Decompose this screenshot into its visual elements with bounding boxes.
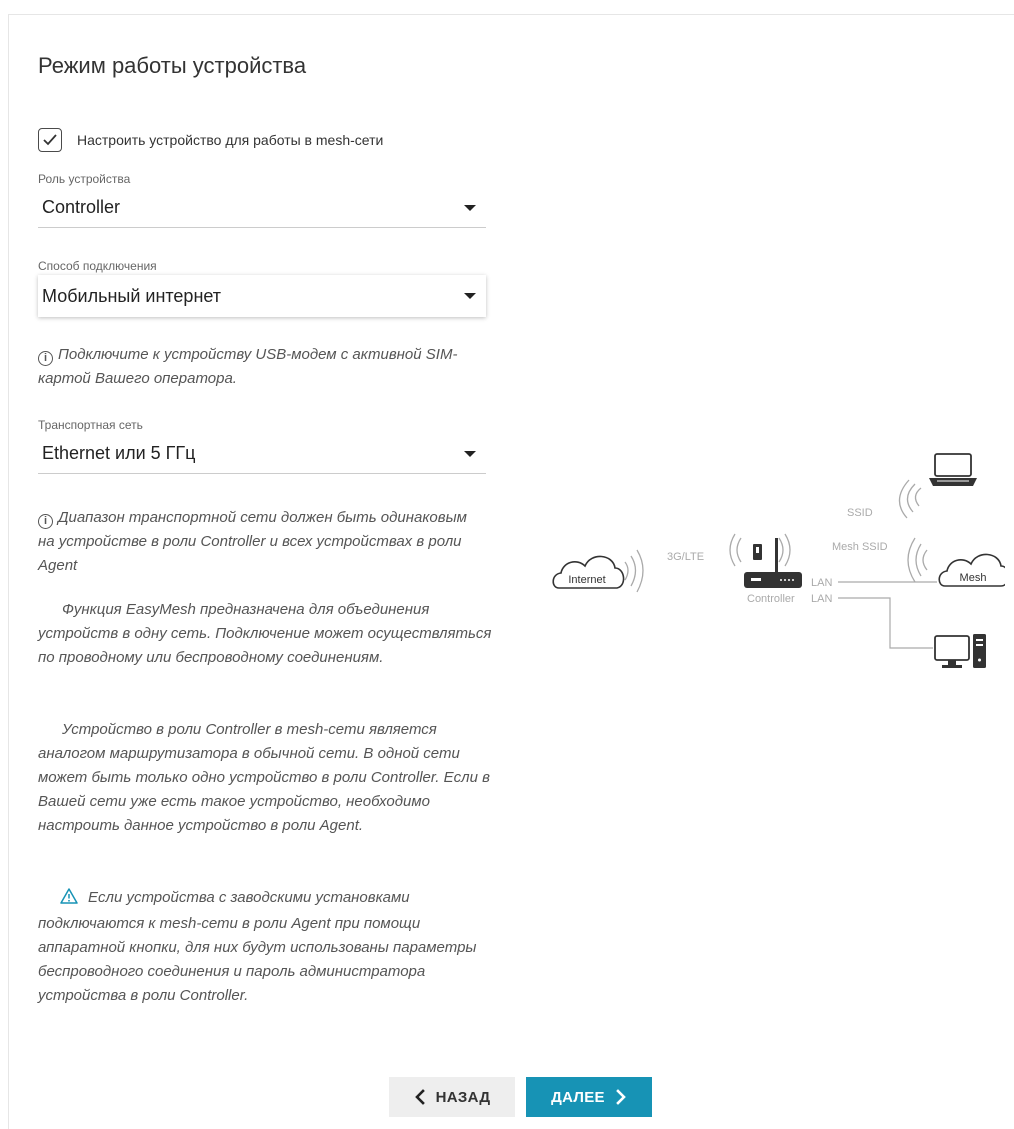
content-frame-left-border bbox=[8, 14, 9, 1129]
page: Режим работы устройства Настроить устрой… bbox=[0, 0, 1014, 1129]
content-frame-top-border bbox=[8, 14, 1014, 15]
info-icon: i bbox=[38, 351, 53, 366]
mesh-wireless-waves-icon bbox=[907, 537, 928, 583]
mesh-label: Mesh bbox=[960, 572, 987, 584]
mesh-checkbox[interactable] bbox=[38, 128, 62, 152]
connection-field: Способ подключения Мобильный интернет bbox=[38, 259, 486, 317]
internet-label: Internet bbox=[568, 574, 605, 586]
transport-select[interactable]: Ethernet или 5 ГГц bbox=[38, 434, 486, 474]
connection-field-label: Способ подключения bbox=[38, 259, 157, 273]
laptop-wireless-waves-icon bbox=[898, 479, 922, 519]
info-icon: i bbox=[38, 514, 53, 529]
internet-cloud-icon: Internet bbox=[552, 555, 625, 589]
transport-select-value: Ethernet или 5 ГГц bbox=[42, 443, 196, 463]
connection-note: i Подключите к устройству USB-модем с акт… bbox=[38, 343, 508, 391]
checkmark-icon bbox=[43, 134, 57, 146]
dropdown-arrow-icon bbox=[464, 450, 476, 457]
lan-line-pc bbox=[838, 597, 933, 649]
mesh-checkbox-row[interactable]: Настроить устройство для работы в mesh-с… bbox=[38, 128, 383, 152]
chevron-left-icon bbox=[414, 1089, 425, 1105]
connection-note-text: Подключите к устройству USB-модем с акти… bbox=[38, 346, 458, 387]
mesh-checkbox-label: Настроить устройство для работы в mesh-с… bbox=[77, 132, 384, 148]
role-field-label: Роль устройства bbox=[38, 172, 131, 186]
controller-paragraph: Устройство в роли Controller в mesh-сети… bbox=[38, 721, 490, 834]
role-field: Роль устройства Controller bbox=[38, 172, 486, 228]
dropdown-arrow-icon bbox=[464, 204, 476, 211]
controller-label: Controller bbox=[747, 593, 795, 605]
warning-icon bbox=[60, 888, 78, 912]
role-select[interactable]: Controller bbox=[38, 188, 486, 228]
transport-field: Транспортная сеть Ethernet или 5 ГГц bbox=[38, 418, 486, 474]
transport-field-label: Транспортная сеть bbox=[38, 418, 143, 432]
connection-select[interactable]: Мобильный интернет bbox=[38, 275, 486, 317]
transport-note: i Диапазон транспортной сети должен быть … bbox=[38, 506, 478, 578]
chevron-right-icon bbox=[616, 1089, 626, 1105]
connection-select-value: Мобильный интернет bbox=[42, 285, 222, 306]
network-diagram: Internet 3G/LTE Controller SSID Mesh SSI… bbox=[552, 453, 1005, 668]
warning-paragraph: Если устройства с заводскими установками… bbox=[38, 886, 498, 1008]
role-select-value: Controller bbox=[42, 197, 121, 217]
next-button[interactable]: ДАЛЕЕ bbox=[526, 1077, 652, 1117]
page-title: Режим работы устройства bbox=[38, 53, 307, 78]
laptop-icon bbox=[929, 453, 977, 486]
lan-label-2: LAN bbox=[811, 593, 832, 605]
mesh-cloud-icon: Mesh bbox=[938, 553, 1005, 587]
link-3g-label: 3G/LTE bbox=[667, 551, 704, 563]
back-button[interactable]: НАЗАД bbox=[389, 1077, 515, 1117]
easymesh-paragraph: Функция EasyMesh предназначена для объед… bbox=[38, 601, 492, 666]
mesh-ssid-label: Mesh SSID bbox=[832, 541, 888, 553]
lan-label-1: LAN bbox=[811, 577, 832, 589]
ssid-label: SSID bbox=[847, 507, 873, 519]
router-icon bbox=[729, 533, 802, 588]
desktop-pc-icon bbox=[934, 634, 986, 668]
dropdown-arrow-icon bbox=[464, 293, 476, 299]
transport-note-text: Диапазон транспортной сети должен быть о… bbox=[38, 509, 467, 574]
next-button-label: ДАЛЕЕ bbox=[551, 1088, 605, 1106]
back-button-label: НАЗАД bbox=[435, 1088, 491, 1106]
warning-text: Если устройства с заводскими установками… bbox=[38, 889, 477, 1004]
wireless-waves-icon bbox=[624, 549, 644, 593]
